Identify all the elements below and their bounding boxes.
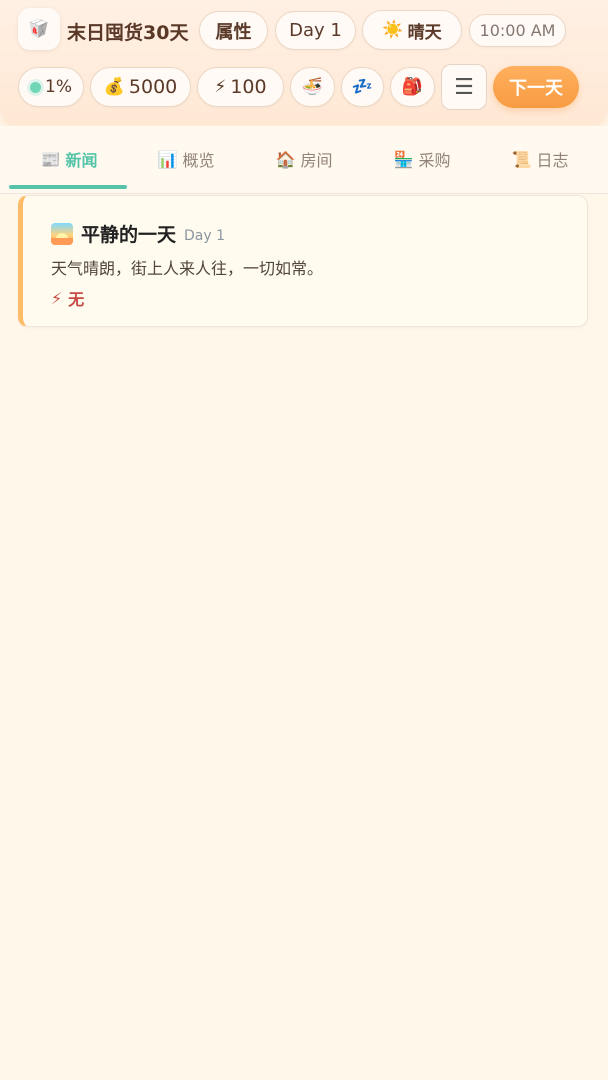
sleep-icon: 💤 <box>351 76 374 97</box>
bar-chart-icon: 📊 <box>157 149 178 169</box>
money-bag-icon: 💰 <box>103 76 125 97</box>
attributes-button[interactable]: 属性 <box>199 11 268 50</box>
menu-icon: ☰ <box>454 74 474 100</box>
tab-overview-label: 概览 <box>182 151 215 170</box>
noodle-bowl-icon: 🍜 <box>301 76 324 97</box>
energy-badge: ⚡ 100 <box>197 67 284 107</box>
active-tab-indicator <box>9 185 127 189</box>
progress-badge: 1% <box>18 67 84 107</box>
next-day-label: 下一天 <box>509 78 563 99</box>
news-impact: ⚡ 无 <box>51 286 84 310</box>
backpack-button[interactable]: 🎒 <box>390 67 435 107</box>
news-impact-label: 无 <box>68 290 85 309</box>
app-title: 末日囤货30天 <box>67 22 189 44</box>
money-badge: 💰 5000 <box>90 67 191 107</box>
news-title-row: 平静的一天 Day 1 <box>51 220 225 247</box>
energy-label: 100 <box>230 76 267 98</box>
weather-badge: ☀️ 晴天 <box>362 10 462 50</box>
news-day: Day 1 <box>184 228 226 244</box>
impact-lightning-icon: ⚡ <box>51 288 63 308</box>
sleep-button[interactable]: 💤 <box>341 67 384 107</box>
backpack-icon: 🎒 <box>401 76 424 97</box>
weather-label: 晴天 <box>407 22 442 43</box>
tab-purchase[interactable]: 🏪 采购 <box>389 144 455 174</box>
lightning-icon: ⚡ <box>214 76 227 97</box>
news-body: 天气晴朗，街上人来人往，一切如常。 <box>51 259 324 278</box>
tab-log[interactable]: 📜 日志 <box>507 144 573 174</box>
time-label: 10:00 AM <box>479 21 556 40</box>
news-title: 平静的一天 <box>81 224 177 246</box>
sun-icon: ☀️ <box>382 19 404 40</box>
sunrise-icon <box>51 222 73 245</box>
food-button[interactable]: 🍜 <box>290 67 335 107</box>
tab-room[interactable]: 🏠 房间 <box>271 144 337 174</box>
time-badge: 10:00 AM <box>469 14 566 47</box>
store-icon: 🏪 <box>393 149 414 169</box>
menu-button[interactable]: ☰ <box>441 64 487 110</box>
scroll-icon: 📜 <box>511 149 532 169</box>
progress-label: 1% <box>45 77 72 97</box>
takeout-box-icon: 🥡 <box>28 18 50 39</box>
tab-news[interactable]: 📰 新闻 <box>36 144 102 174</box>
next-day-button[interactable]: 下一天 <box>493 66 579 108</box>
tab-overview[interactable]: 📊 概览 <box>153 144 219 174</box>
money-label: 5000 <box>128 76 178 98</box>
tab-room-label: 房间 <box>300 151 333 170</box>
tab-news-label: 新闻 <box>65 151 98 170</box>
newspaper-icon: 📰 <box>40 149 61 169</box>
news-card: 平静的一天 Day 1 天气晴朗，街上人来人往，一切如常。 ⚡ 无 <box>18 195 588 327</box>
progress-dot-icon <box>30 81 41 93</box>
tab-log-label: 日志 <box>536 151 569 170</box>
top-status-bar: 🥡 末日囤货30天 属性 Day 1 ☀️ 晴天 10:00 AM 1% 💰 5… <box>0 0 608 126</box>
tab-purchase-label: 采购 <box>418 151 451 170</box>
attributes-label: 属性 <box>215 21 252 43</box>
app-logo: 🥡 <box>18 8 60 50</box>
main-tabs: 📰 新闻 📊 概览 🏠 房间 🏪 采购 📜 日志 <box>0 126 608 194</box>
day-label: Day 1 <box>289 20 342 41</box>
day-badge: Day 1 <box>275 11 356 50</box>
house-icon: 🏠 <box>275 149 296 169</box>
